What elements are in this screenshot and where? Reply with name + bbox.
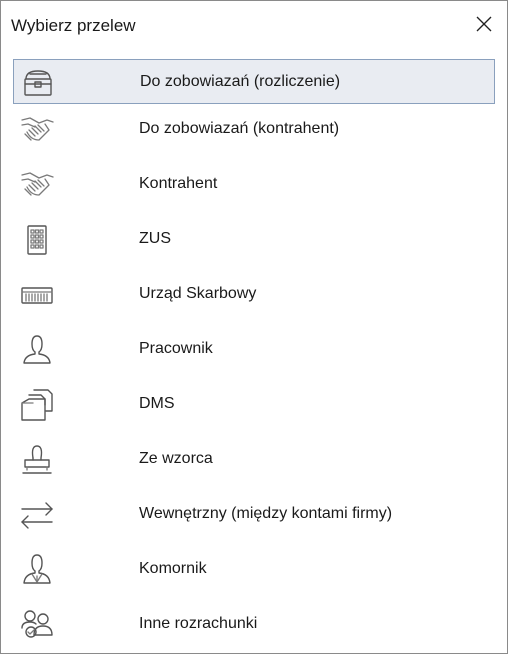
- close-icon[interactable]: [471, 11, 497, 37]
- list-item-inne-rozrachunki[interactable]: Inne rozrachunki: [13, 602, 495, 647]
- item-label: DMS: [139, 395, 175, 412]
- title-bar: Wybierz przelew: [1, 1, 507, 51]
- person-icon: [19, 332, 55, 368]
- item-label: Kontrahent: [139, 175, 218, 192]
- group-icon: [19, 607, 55, 643]
- handshake-icon: [19, 167, 55, 203]
- list-item-dms[interactable]: DMS: [13, 382, 495, 427]
- list-item-wewnetrzny[interactable]: Wewnętrzny (między kontami firmy): [13, 492, 495, 537]
- building-icon: [19, 222, 55, 258]
- chest-icon: [20, 65, 56, 101]
- list-item-do-zobowiazan-rozliczenie[interactable]: Do zobowiazań (rozliczenie): [13, 59, 495, 104]
- list-item-komornik[interactable]: Komornik: [13, 547, 495, 592]
- list-item-do-zobowiazan-kontrahent[interactable]: Do zobowiazań (kontrahent): [13, 107, 495, 152]
- item-label: Pracownik: [139, 340, 213, 357]
- item-label: ZUS: [139, 230, 171, 247]
- documents-icon: [19, 387, 55, 423]
- item-label: Do zobowiazań (rozliczenie): [140, 73, 341, 90]
- dialog-title: Wybierz przelew: [11, 16, 136, 35]
- office-icon: [19, 277, 55, 313]
- item-label: Komornik: [139, 560, 207, 577]
- transfer-arrows-icon: [19, 497, 55, 533]
- transfer-type-list: Do zobowiazań (rozliczenie) Do zobowiaza…: [13, 56, 497, 652]
- list-item-urzad-skarbowy[interactable]: Urząd Skarbowy: [13, 272, 495, 317]
- list-item-kontrahent[interactable]: Kontrahent: [13, 162, 495, 207]
- item-label: Urząd Skarbowy: [139, 285, 257, 302]
- item-label: Ze wzorca: [139, 450, 213, 467]
- list-item-zus[interactable]: ZUS: [13, 217, 495, 262]
- stamp-icon: [19, 442, 55, 478]
- item-label: Inne rozrachunki: [139, 615, 258, 632]
- list-item-pracownik[interactable]: Pracownik: [13, 327, 495, 372]
- handshake-icon: [19, 112, 55, 148]
- choose-transfer-dialog: Wybierz przelew Do zobowiazań (rozliczen…: [0, 0, 508, 654]
- bailiff-icon: [19, 552, 55, 588]
- list-item-ze-wzorca[interactable]: Ze wzorca: [13, 437, 495, 482]
- item-label: Wewnętrzny (między kontami firmy): [139, 505, 393, 522]
- item-label: Do zobowiazań (kontrahent): [139, 120, 340, 137]
